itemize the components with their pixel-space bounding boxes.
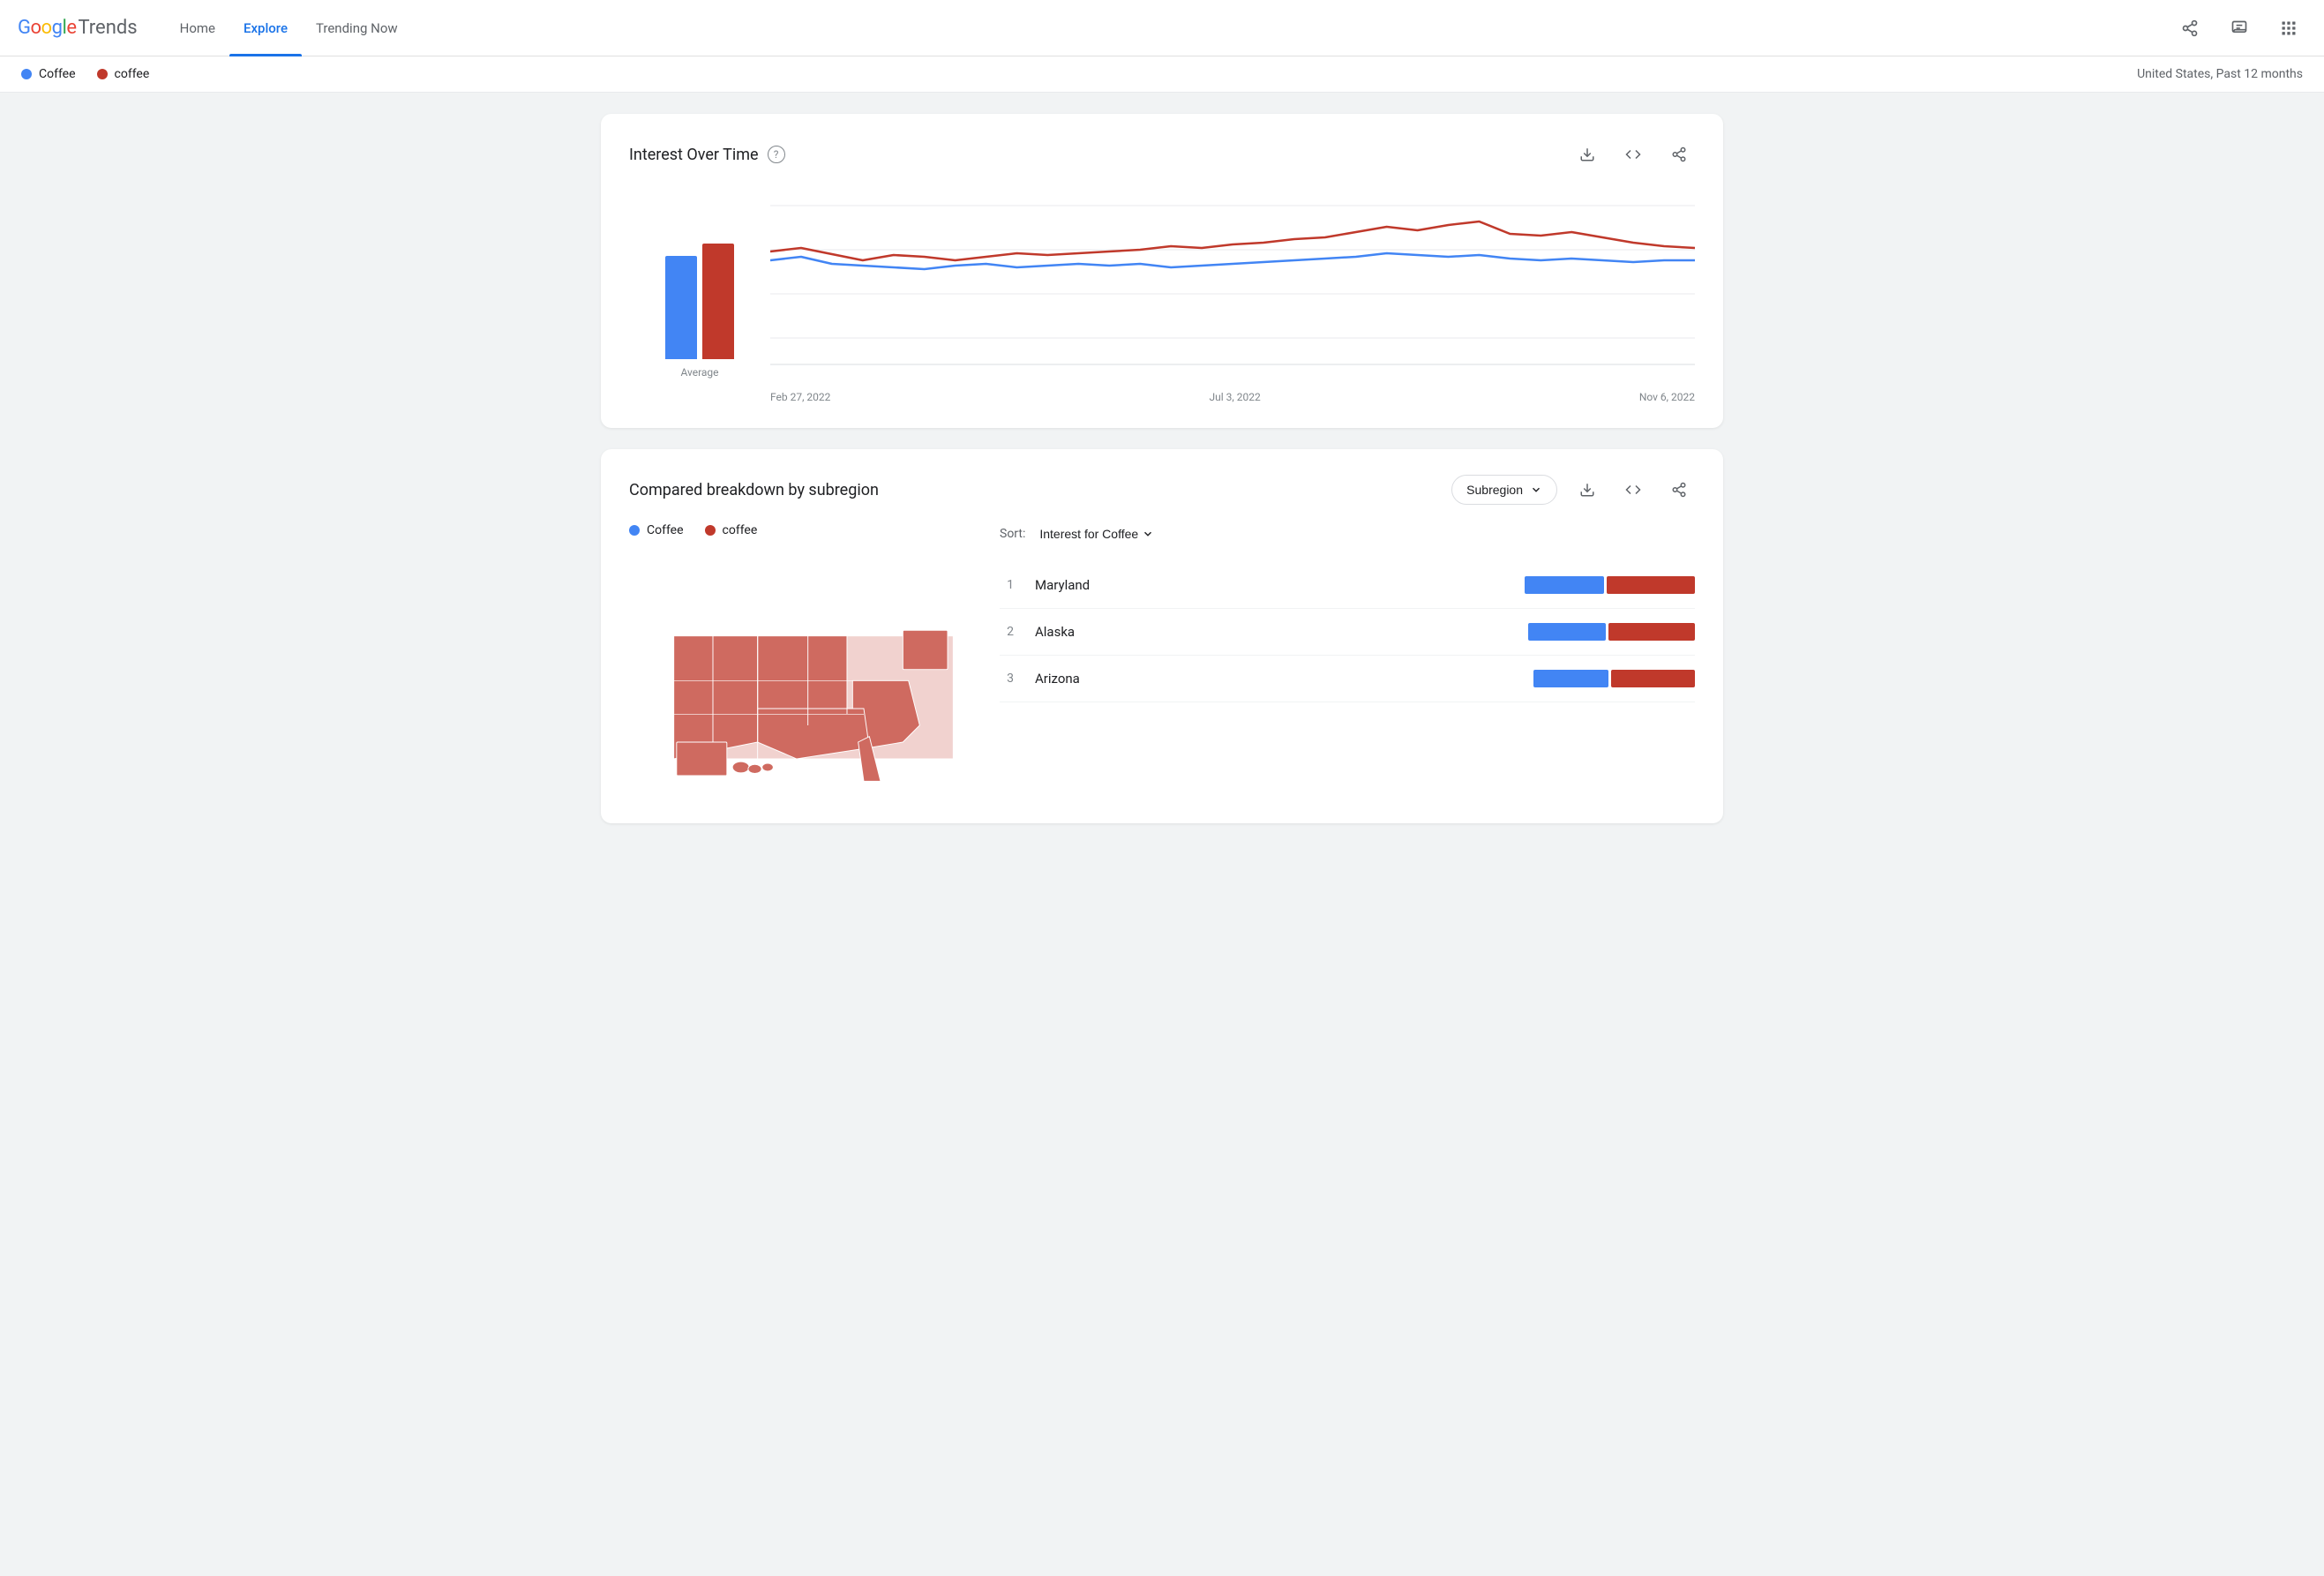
interest-over-time-title: Interest Over Time (629, 146, 759, 164)
region-info: United States, Past 12 months (2137, 67, 2303, 81)
legend-coffee-cap: Coffee (21, 67, 76, 81)
region-bars (1525, 576, 1695, 594)
sort-chevron-icon (1142, 528, 1154, 540)
breakdown-layout: Coffee coffee (629, 523, 1695, 799)
share-chart-button[interactable] (1663, 139, 1695, 170)
coffee-lower-dot (97, 69, 108, 79)
us-map-svg (629, 552, 964, 799)
avg-bars (665, 218, 734, 359)
interest-over-time-card: Interest Over Time ? (601, 114, 1723, 428)
table-row: 1 Maryland (1000, 562, 1695, 609)
apps-icon[interactable] (2271, 11, 2306, 46)
card-title: Interest Over Time ? (629, 146, 785, 164)
breakdown-download-button[interactable] (1571, 474, 1603, 506)
table-row: 3 Arizona (1000, 656, 1695, 702)
subregion-dropdown[interactable]: Subregion (1451, 475, 1557, 505)
breakdown-legend-coffee-cap-label: Coffee (647, 523, 684, 537)
header-actions (2172, 11, 2306, 46)
breakdown-legend-coffee-cap: Coffee (629, 523, 684, 537)
avg-label: Average (680, 366, 718, 379)
feedback-icon[interactable] (2222, 11, 2257, 46)
nav-trending[interactable]: Trending Now (302, 0, 412, 56)
region-bar-blue (1528, 623, 1606, 641)
trends-logo: Trends (78, 17, 137, 39)
x-label-1: Feb 27, 2022 (770, 391, 830, 403)
region-rank: 1 (1000, 578, 1021, 592)
sort-label: Sort: (1000, 527, 1025, 541)
breakdown-legend-coffee-lower: coffee (705, 523, 758, 537)
breakdown-share-button[interactable] (1663, 474, 1695, 506)
x-label-3: Nov 6, 2022 (1639, 391, 1695, 403)
breakdown-legend-coffee-lower-label: coffee (723, 523, 758, 537)
embed-button[interactable] (1617, 139, 1649, 170)
chart-svg: 100 75 50 25 (770, 188, 1695, 382)
region-bars (1528, 623, 1695, 641)
help-icon[interactable]: ? (768, 146, 785, 163)
sort-row: Sort: Interest for Coffee (1000, 523, 1695, 544)
coffee-cap-dot (21, 69, 32, 79)
google-logo: Google (18, 17, 76, 39)
region-bar-red (1608, 623, 1695, 641)
legend-coffee-lower: coffee (97, 67, 150, 81)
region-bar-blue (1525, 576, 1604, 594)
breakdown-card: Compared breakdown by subregion Subregio… (601, 449, 1723, 823)
x-label-2: Jul 3, 2022 (1210, 391, 1261, 403)
region-bars (1533, 670, 1695, 687)
breakdown-card-header: Compared breakdown by subregion Subregio… (629, 474, 1695, 506)
table-row: 2 Alaska (1000, 609, 1695, 656)
breakdown-right: Sort: Interest for Coffee 1 Maryland (1000, 523, 1695, 799)
main-nav: Home Explore Trending Now (166, 0, 2172, 56)
card-actions (1571, 139, 1695, 170)
region-name[interactable]: Maryland (1035, 577, 1511, 593)
subtitle-bar: Coffee coffee United States, Past 12 mon… (0, 56, 2324, 93)
breakdown-left: Coffee coffee (629, 523, 964, 799)
breakdown-title-text: Compared breakdown by subregion (629, 481, 879, 499)
region-rank: 2 (1000, 625, 1021, 639)
main-content: Interest Over Time ? (580, 93, 1744, 866)
chart-avg: Average (629, 188, 770, 403)
breakdown-embed-button[interactable] (1617, 474, 1649, 506)
breakdown-title: Compared breakdown by subregion (629, 481, 879, 499)
legend-items: Coffee coffee (21, 67, 149, 81)
sort-dropdown[interactable]: Interest for Coffee (1032, 523, 1161, 544)
region-name[interactable]: Alaska (1035, 624, 1514, 640)
red-line (770, 221, 1695, 260)
region-bar-blue (1533, 670, 1608, 687)
legend-coffee-lower-label: coffee (115, 67, 150, 81)
download-button[interactable] (1571, 139, 1603, 170)
chart-main: 100 75 50 25 Feb 27, 2022 Jul 3, 2022 No… (770, 188, 1695, 403)
chart-container: Average 100 75 50 25 (629, 188, 1695, 403)
header: Google Trends Home Explore Trending Now (0, 0, 2324, 56)
logo-area: Google Trends (18, 17, 138, 39)
legend-coffee-cap-label: Coffee (39, 67, 76, 81)
region-rank: 3 (1000, 672, 1021, 686)
share-icon[interactable] (2172, 11, 2208, 46)
help-label: ? (774, 148, 779, 161)
us-map (629, 552, 964, 799)
subregion-btn-label: Subregion (1466, 483, 1523, 497)
chart-x-labels: Feb 27, 2022 Jul 3, 2022 Nov 6, 2022 (770, 386, 1695, 403)
region-name[interactable]: Arizona (1035, 671, 1519, 687)
card-header: Interest Over Time ? (629, 139, 1695, 170)
avg-bar-red (702, 244, 734, 359)
breakdown-coffee-lower-dot (705, 525, 716, 536)
sort-value: Interest for Coffee (1039, 527, 1138, 541)
breakdown-legend: Coffee coffee (629, 523, 964, 537)
region-bar-red (1611, 670, 1695, 687)
nav-explore[interactable]: Explore (229, 0, 302, 56)
nav-home[interactable]: Home (166, 0, 229, 56)
breakdown-coffee-cap-dot (629, 525, 640, 536)
avg-bar-blue (665, 256, 697, 359)
chevron-down-icon (1530, 484, 1542, 496)
region-bar-red (1607, 576, 1695, 594)
breakdown-card-actions: Subregion (1451, 474, 1695, 506)
